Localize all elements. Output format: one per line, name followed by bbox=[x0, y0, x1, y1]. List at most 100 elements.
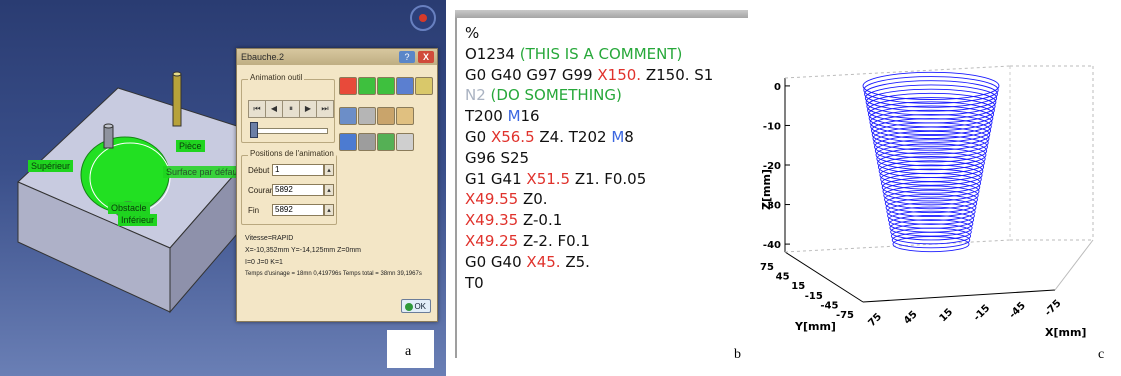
help-button[interactable]: ? bbox=[399, 51, 415, 63]
gcode-token: X51.5 bbox=[526, 169, 571, 188]
dialog-title: Ebauche.2 bbox=[241, 52, 285, 62]
clip-icon[interactable] bbox=[396, 107, 414, 125]
y-tick-label: 75 bbox=[760, 262, 774, 273]
courante-spin[interactable]: ▴ bbox=[324, 184, 334, 196]
x-tick-label: 15 bbox=[938, 307, 956, 325]
fin-label: Fin bbox=[248, 206, 260, 215]
animation-slider-track[interactable] bbox=[250, 128, 328, 134]
fin-spin[interactable]: ▴ bbox=[324, 204, 334, 216]
debut-label: Début bbox=[248, 166, 270, 175]
ebauche-dialog: Ebauche.2 ? X Animation outil ⏮ ◀ ⏸ ▶ ⏭ bbox=[236, 48, 438, 322]
gcode-line: T0 bbox=[465, 273, 748, 294]
x-tick-label: 45 bbox=[902, 309, 920, 327]
gcode-token: Z-2. F0.1 bbox=[518, 231, 590, 250]
gcode-token: X150. bbox=[597, 65, 642, 84]
z-tick-label: -40 bbox=[763, 240, 781, 251]
tool-1-cap bbox=[103, 123, 114, 129]
pin-icon[interactable] bbox=[396, 133, 414, 151]
positions-group: Positions de l'animation Début ▴ Courant… bbox=[241, 149, 337, 225]
editor-gutter bbox=[455, 18, 457, 358]
material-icon[interactable] bbox=[377, 107, 395, 125]
gcode-line: X49.35 Z-0.1 bbox=[465, 210, 748, 231]
tool-1 bbox=[103, 125, 114, 149]
close-button[interactable]: X bbox=[418, 51, 434, 63]
positions-group-label: Positions de l'animation bbox=[248, 149, 336, 158]
gcode-token: O1234 bbox=[465, 44, 520, 63]
list-icon[interactable] bbox=[358, 133, 376, 151]
tool-path-icon[interactable] bbox=[339, 77, 357, 95]
y-axis-label: Y[mm] bbox=[794, 320, 836, 333]
x-tick-label: -45 bbox=[1007, 300, 1028, 321]
panel-letter-c: c bbox=[1098, 347, 1105, 362]
toolpath-ring bbox=[883, 185, 979, 206]
dialog-titlebar[interactable]: Ebauche.2 ? X bbox=[237, 49, 437, 65]
play-button[interactable]: ▶ bbox=[299, 100, 317, 118]
leaf-icon[interactable] bbox=[377, 133, 395, 151]
tool-green2-icon[interactable] bbox=[377, 77, 395, 95]
courante-input[interactable] bbox=[272, 184, 324, 196]
gcode-token: X49.25 bbox=[465, 231, 519, 250]
gcode-token: X45. bbox=[526, 252, 561, 271]
gcode-listing[interactable]: % O1234 (THIS IS A COMMENT) G0 G40 G97 G99… bbox=[465, 23, 748, 293]
floor-edge-front bbox=[862, 289, 1056, 303]
gcode-token: Z150. S1 bbox=[641, 65, 714, 84]
cad-simulation-panel: Supérieur Pièce Surface par défaut Obsta… bbox=[0, 0, 446, 376]
z-axis-label: Z[mm] bbox=[760, 169, 773, 210]
gcode-line: X49.55 Z0. bbox=[465, 189, 748, 210]
tool-2-cap bbox=[172, 71, 182, 77]
gcode-token: M bbox=[507, 107, 521, 126]
gcode-line: G96 S25 bbox=[465, 148, 748, 169]
animation-slider-thumb[interactable] bbox=[250, 122, 258, 138]
animation-group: Animation outil ⏮ ◀ ⏸ ▶ ⏭ bbox=[241, 73, 335, 143]
face-tag-piece[interactable]: Pièce bbox=[176, 140, 205, 152]
toolpath-ring bbox=[882, 181, 980, 202]
tool-green-icon[interactable] bbox=[358, 77, 376, 95]
tool-blue-icon[interactable] bbox=[396, 77, 414, 95]
gcode-token: (THIS IS A COMMENT) bbox=[519, 44, 683, 63]
ok-label: OK bbox=[414, 302, 426, 311]
info-position: X=-10,352mm Y=-14,125mm Z=0mm bbox=[245, 247, 362, 254]
x-tick-label: 75 bbox=[866, 311, 884, 329]
gcode-token: Z-0.1 bbox=[518, 211, 563, 230]
face-tag-surface-par-defaut[interactable]: Surface par défaut bbox=[163, 166, 244, 178]
gcode-token: G0 G40 G97 G99 bbox=[465, 65, 598, 84]
gcode-line: G1 G41 X51.5 Z1. F0.05 bbox=[465, 169, 748, 190]
floor-edge-right bbox=[1054, 239, 1094, 291]
gcode-token: T200 bbox=[465, 107, 508, 126]
debut-input[interactable] bbox=[272, 164, 324, 176]
z-tick-label: 0 bbox=[774, 82, 781, 93]
face-tag-inferieur[interactable]: Inférieur bbox=[118, 214, 158, 226]
panel-letter-a: a bbox=[405, 344, 412, 359]
gcode-token: Z0. bbox=[518, 190, 548, 209]
pause-button[interactable]: ⏸ bbox=[282, 100, 300, 118]
gcode-line: X49.25 Z-2. F0.1 bbox=[465, 231, 748, 252]
gcode-token: G96 S25 bbox=[465, 148, 530, 167]
animation-group-label: Animation outil bbox=[248, 73, 305, 82]
info-ijk: I=0 J=0 K=1 bbox=[245, 259, 283, 266]
gcode-token: 16 bbox=[520, 107, 540, 126]
editor-topbar bbox=[455, 10, 748, 18]
face-tag-obstacle[interactable]: Obstacle bbox=[108, 202, 150, 214]
cube-icon[interactable] bbox=[339, 133, 357, 151]
gcode-token: X49.35 bbox=[465, 211, 519, 230]
gcode-line: T200 M16 bbox=[465, 106, 748, 127]
first-frame-button[interactable]: ⏮ bbox=[248, 100, 266, 118]
floor-edge-left bbox=[784, 251, 864, 303]
ok-button[interactable]: OK bbox=[401, 299, 431, 313]
face-tag-superieur[interactable]: Supérieur bbox=[28, 160, 74, 172]
machine-icon[interactable] bbox=[339, 107, 357, 125]
gcode-token: X56.5 bbox=[490, 127, 535, 146]
debut-spin[interactable]: ▴ bbox=[324, 164, 334, 176]
tool-2 bbox=[172, 73, 182, 127]
gcode-line: G0 G40 X45. Z5. bbox=[465, 252, 748, 273]
step-back-button[interactable]: ◀ bbox=[265, 100, 283, 118]
fin-input[interactable] bbox=[272, 204, 324, 216]
gcode-token: Z4. T202 bbox=[534, 127, 612, 146]
info-vitesse: Vitesse=RAPID bbox=[245, 235, 294, 242]
tool-yellow-icon[interactable] bbox=[415, 77, 433, 95]
panel-a-label-box: a bbox=[387, 330, 434, 368]
x-tick-label: -75 bbox=[1043, 298, 1064, 319]
info-temps: Temps d'usinage = 18mn 0,419796s Temps t… bbox=[245, 271, 422, 277]
grid-icon[interactable] bbox=[358, 107, 376, 125]
last-frame-button[interactable]: ⏭ bbox=[316, 100, 334, 118]
